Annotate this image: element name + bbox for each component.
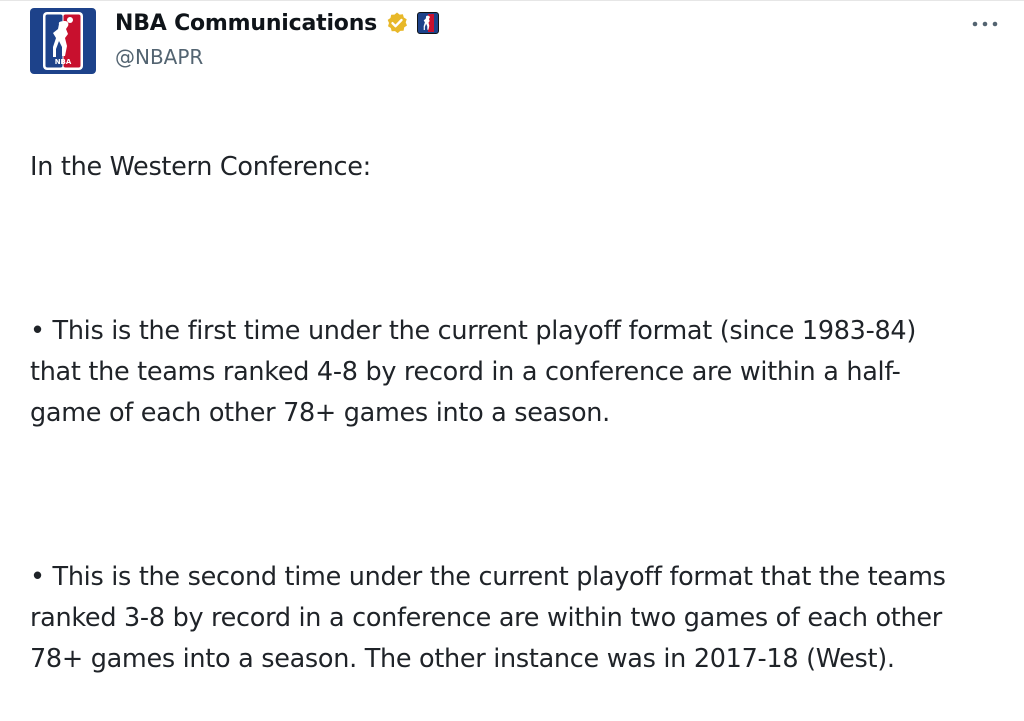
nba-logo-icon[interactable]: [417, 12, 440, 34]
tweet-bullet-2: • This is the second time under the curr…: [30, 562, 946, 674]
tweet-text: In the Western Conference: • This is the…: [30, 106, 1005, 721]
more-options-button[interactable]: [968, 10, 1002, 38]
author-name-row: NBA Communications: [115, 8, 440, 38]
author-handle[interactable]: @NBAPR: [115, 45, 203, 69]
tweet-bullet-1: • This is the first time under the curre…: [30, 316, 917, 428]
tweet-intro: In the Western Conference:: [30, 152, 371, 182]
nba-logo-icon: NBA: [43, 12, 83, 70]
more-horizontal-icon: [972, 21, 998, 27]
top-divider: [0, 0, 1024, 1]
gold-verified-badge-icon[interactable]: [385, 11, 409, 35]
svg-text:NBA: NBA: [55, 58, 72, 66]
author-display-name[interactable]: NBA Communications: [115, 11, 377, 36]
avatar[interactable]: NBA: [30, 8, 96, 74]
